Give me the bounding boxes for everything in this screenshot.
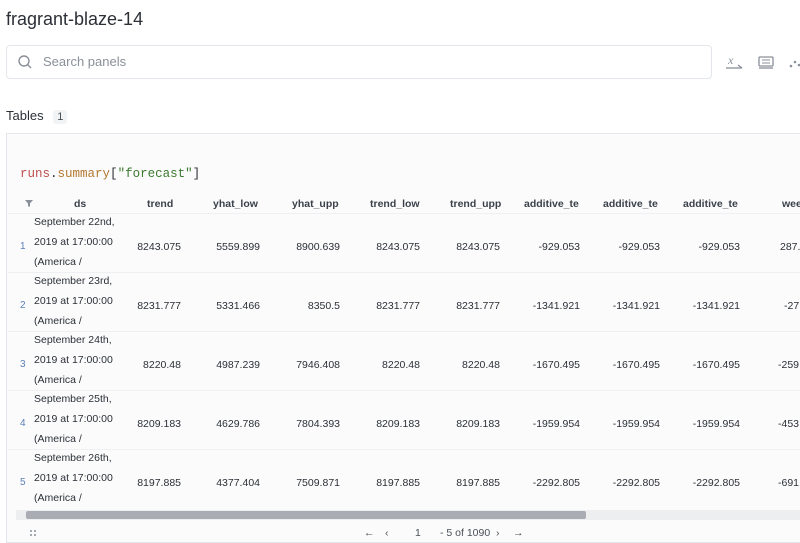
cell-trend-upper: 8197.885 xyxy=(456,477,500,489)
query-key: "forecast" xyxy=(117,167,193,181)
query-attribute: summary xyxy=(57,167,111,181)
table-row[interactable]: 2 September 23rd, 2019 at 17:00:00 (Amer… xyxy=(8,272,800,332)
cell-trend-lower: 8209.183 xyxy=(376,418,420,430)
scatter-icon[interactable] xyxy=(786,52,800,72)
column-header-additive-terms-1[interactable]: additive_te xyxy=(524,198,579,210)
column-header-yhat-lower[interactable]: yhat_low xyxy=(213,198,258,210)
query-dot: . xyxy=(50,167,58,181)
cell-yhat-lower: 4987.239 xyxy=(216,359,260,371)
search-input[interactable] xyxy=(41,53,685,70)
table-row[interactable]: 4 September 25th, 2019 at 17:00:00 (Amer… xyxy=(8,390,800,450)
cell-additive-terms-3: -1959.954 xyxy=(692,418,740,430)
cell-trend-lower: 8231.777 xyxy=(376,300,420,312)
table-row[interactable]: 5 September 26th, 2019 at 17:00:00 (Amer… xyxy=(8,449,800,509)
column-header-trend-lower[interactable]: trend_low xyxy=(370,198,420,210)
cell-yhat-upper: 8900.639 xyxy=(296,241,340,253)
tables-section-header[interactable]: Tables 1 xyxy=(6,108,68,124)
cell-additive-terms-2: -1341.921 xyxy=(612,300,660,312)
cell-trend: 8197.885 xyxy=(137,477,181,489)
cell-additive-terms-3: -929.053 xyxy=(698,241,740,253)
row-index: 2 xyxy=(20,300,26,311)
cell-additive-terms-3: -2292.805 xyxy=(692,477,740,489)
cell-yhat-upper: 7509.871 xyxy=(296,477,340,489)
row-index: 1 xyxy=(20,241,26,252)
table-row[interactable]: 1 September 22nd, 2019 at 17:00:00 (Amer… xyxy=(8,213,800,273)
cell-weekly: -453 xyxy=(778,418,800,430)
first-page-button[interactable]: ← xyxy=(364,527,375,539)
table-row[interactable]: 3 September 24th, 2019 at 17:00:00 (Amer… xyxy=(8,331,800,391)
row-index: 5 xyxy=(20,477,26,488)
column-header-trend[interactable]: trend xyxy=(147,198,173,210)
cell-ds: September 25th, 2019 at 17:00:00 (Americ… xyxy=(34,393,113,445)
drag-handle-icon[interactable] xyxy=(28,528,38,538)
cell-additive-terms-1: -929.053 xyxy=(538,241,580,253)
search-icon xyxy=(18,55,32,69)
cell-ds: September 26th, 2019 at 17:00:00 (Americ… xyxy=(34,452,113,504)
cell-additive-terms-1: -1959.954 xyxy=(532,418,580,430)
cell-yhat-lower: 5331.466 xyxy=(216,300,260,312)
column-header-yhat-upper[interactable]: yhat_upp xyxy=(292,198,339,210)
cell-yhat-lower: 4629.786 xyxy=(216,418,260,430)
tables-section-label: Tables xyxy=(6,108,44,123)
filter-icon[interactable] xyxy=(24,198,34,208)
cell-trend: 8231.777 xyxy=(137,300,181,312)
search-bar[interactable] xyxy=(6,45,712,79)
cell-trend-lower: 8243.075 xyxy=(376,241,420,253)
cell-weekly: -259 xyxy=(778,359,800,371)
column-header-weekly[interactable]: wee xyxy=(782,198,800,210)
cell-trend: 8243.075 xyxy=(137,241,181,253)
page-range-text: - 5 of 1090 xyxy=(440,527,491,539)
query-object: runs xyxy=(20,167,51,181)
cell-additive-terms-1: -1341.921 xyxy=(532,300,580,312)
cell-additive-terms-2: -1670.495 xyxy=(612,359,660,371)
cell-trend-lower: 8197.885 xyxy=(376,477,420,489)
cell-yhat-upper: 8350.5 xyxy=(307,300,340,312)
next-page-button[interactable]: › xyxy=(496,527,500,539)
cell-ds: September 24th, 2019 at 17:00:00 (Americ… xyxy=(34,334,113,386)
query-expression[interactable]: runs.summary["forecast"] xyxy=(20,167,200,181)
cell-trend: 8220.48 xyxy=(143,359,181,371)
row-index: 4 xyxy=(20,418,26,429)
cell-yhat-upper: 7804.393 xyxy=(296,418,340,430)
cell-yhat-upper: 7946.408 xyxy=(296,359,340,371)
column-header-ds[interactable]: ds xyxy=(74,198,86,210)
layout-icon[interactable] xyxy=(756,52,776,72)
regex-icon[interactable]: x xyxy=(724,52,744,72)
column-header-additive-terms-3[interactable]: additive_te xyxy=(683,198,738,210)
cell-trend-upper: 8231.777 xyxy=(456,300,500,312)
cell-ds: September 23rd, 2019 at 17:00:00 (Americ… xyxy=(34,275,113,327)
page-title: fragrant-blaze-14 xyxy=(6,9,144,29)
cell-additive-terms-2: -1959.954 xyxy=(612,418,660,430)
cell-weekly: -691 xyxy=(778,477,800,489)
cell-trend-lower: 8220.48 xyxy=(382,359,420,371)
cell-trend-upper: 8243.075 xyxy=(456,241,500,253)
cell-trend-upper: 8220.48 xyxy=(462,359,500,371)
cell-additive-terms-3: -1670.495 xyxy=(692,359,740,371)
cell-weekly: -27 xyxy=(784,300,800,312)
row-index: 3 xyxy=(20,359,26,370)
cell-additive-terms-3: -1341.921 xyxy=(692,300,740,312)
cell-weekly: 287. xyxy=(780,241,800,253)
cell-additive-terms-1: -1670.495 xyxy=(532,359,580,371)
cell-trend-upper: 8209.183 xyxy=(456,418,500,430)
tables-count-badge: 1 xyxy=(53,110,68,124)
last-page-button[interactable]: → xyxy=(513,527,524,539)
horizontal-scrollbar[interactable] xyxy=(16,510,800,520)
cell-yhat-lower: 5559.899 xyxy=(216,241,260,253)
cell-additive-terms-1: -2292.805 xyxy=(532,477,580,489)
cell-trend: 8209.183 xyxy=(137,418,181,430)
page-number-input[interactable]: 1 xyxy=(415,527,421,539)
cell-additive-terms-2: -929.053 xyxy=(618,241,660,253)
cell-ds: September 22nd, 2019 at 17:00:00 (Americ… xyxy=(34,216,115,268)
column-header-additive-terms-2[interactable]: additive_te xyxy=(603,198,658,210)
scrollbar-thumb[interactable] xyxy=(26,511,586,519)
svg-text:x: x xyxy=(727,53,734,67)
column-header-trend-upper[interactable]: trend_upp xyxy=(450,198,501,210)
previous-page-button[interactable]: ‹ xyxy=(385,527,389,539)
cell-yhat-lower: 4377.404 xyxy=(216,477,260,489)
cell-additive-terms-2: -2292.805 xyxy=(612,477,660,489)
